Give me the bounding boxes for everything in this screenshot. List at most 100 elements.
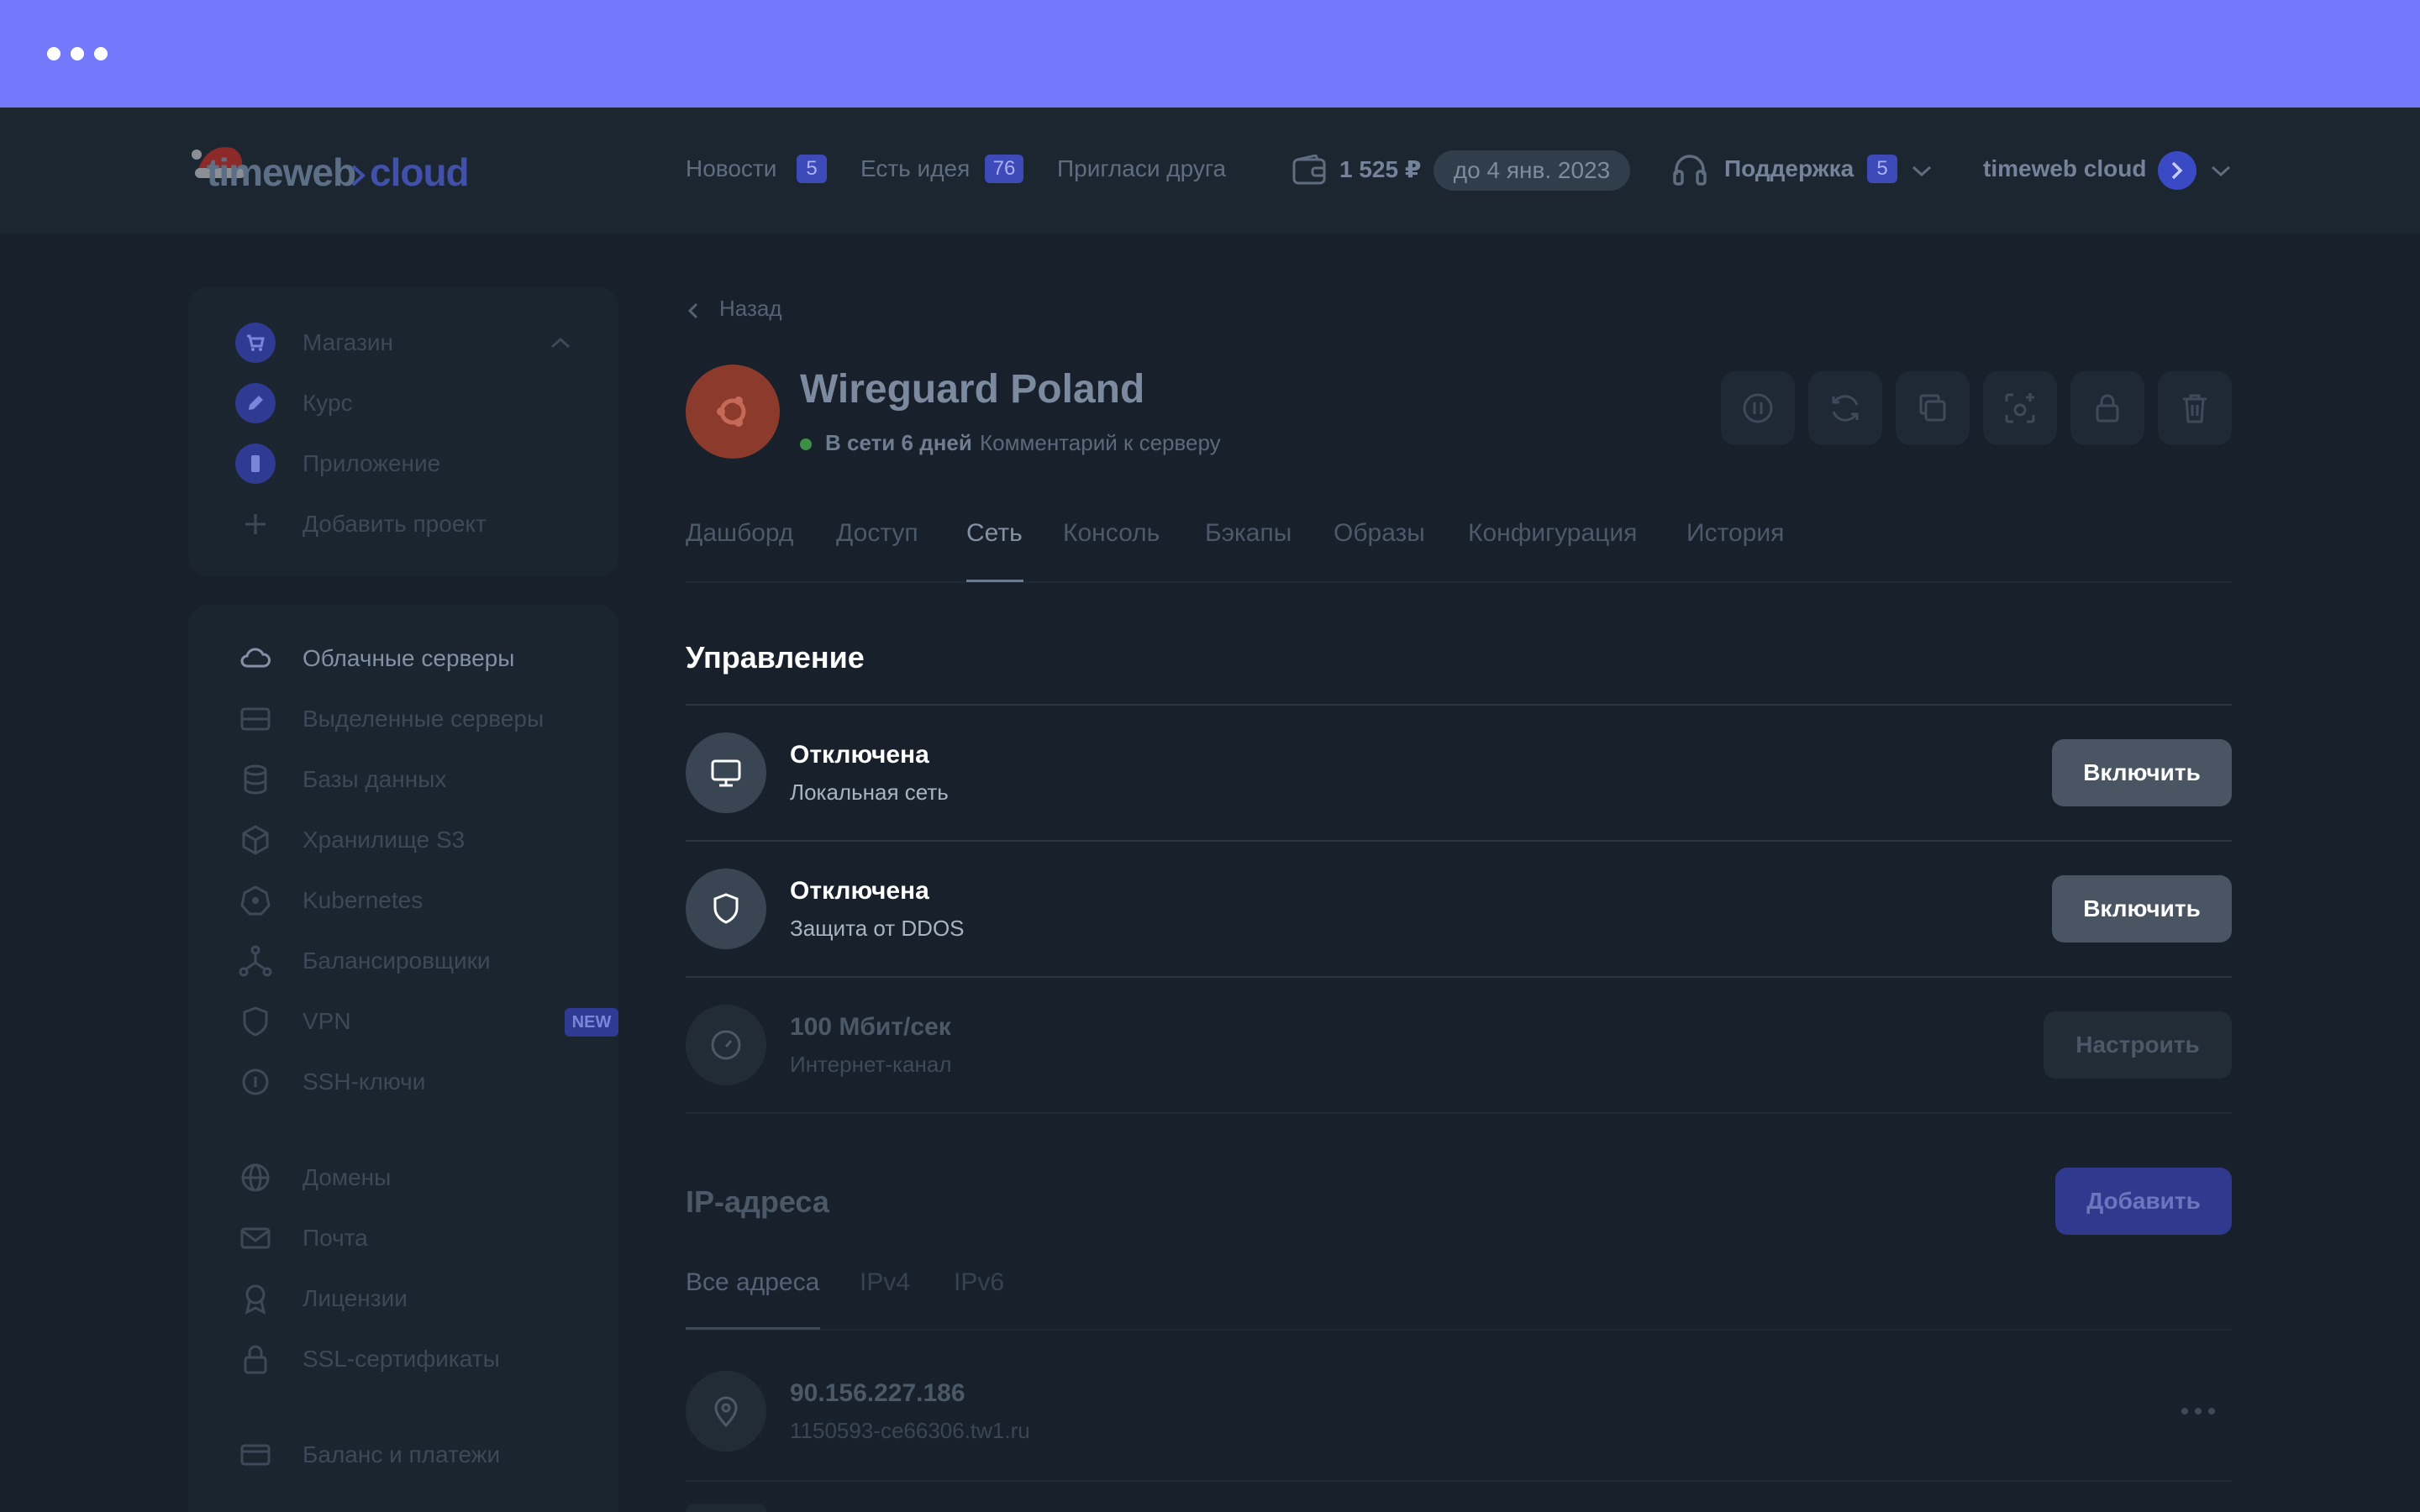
ip-tab-ipv4[interactable]: IPv4 (860, 1268, 910, 1297)
sidebar-item-dedicated-servers[interactable]: Выделенные серверы (235, 699, 571, 739)
server-comment-link[interactable]: Комментарий к серверу (980, 430, 1221, 456)
ip-tab-ipv6[interactable]: IPv6 (954, 1268, 1004, 1297)
account-avatar[interactable] (2158, 151, 2196, 190)
new-badge: NEW (565, 1008, 618, 1037)
sidebar-item-billing[interactable]: Баланс и платежи (235, 1435, 571, 1475)
paid-until-badge: до 4 янв. 2023 (1434, 150, 1630, 191)
add-project-button[interactable]: Добавить проект (235, 504, 571, 544)
sidebar-item-label: Домены (302, 1164, 392, 1190)
sidebar-item-label: SSL-сертификаты (302, 1346, 500, 1372)
snapshot-button[interactable] (1983, 371, 2057, 445)
shield-icon (713, 893, 739, 924)
sidebar-item-kubernetes[interactable]: Kubernetes (235, 880, 571, 921)
card-icon (240, 1444, 271, 1466)
ip-tab-all[interactable]: Все адреса (686, 1268, 819, 1297)
more-options-icon[interactable] (2181, 1408, 2215, 1416)
tab-network[interactable]: Сеть (966, 519, 1023, 548)
logo[interactable]: timeweb cloud (188, 139, 508, 198)
speedometer-icon (711, 1030, 741, 1060)
account-name[interactable]: timeweb cloud (1983, 155, 2146, 182)
window-dot-icon[interactable] (47, 47, 60, 60)
local-network-status: Отключена (790, 741, 929, 769)
project-item[interactable]: Магазин (235, 323, 571, 363)
divider (686, 976, 2232, 978)
kubernetes-icon (240, 885, 271, 916)
sidebar-item-s3-storage[interactable]: Хранилище S3 (235, 820, 571, 860)
trash-icon (2183, 394, 2207, 423)
support-link[interactable]: Поддержка (1724, 155, 1854, 182)
sidebar-item-label: Kubernetes (302, 887, 424, 913)
key-icon (242, 1068, 269, 1095)
window-dot-icon[interactable] (71, 47, 84, 60)
support-count-badge: 5 (1867, 155, 1897, 183)
invite-friend-link[interactable]: Пригласи друга (1057, 155, 1226, 182)
sidebar-item-vpn[interactable]: VPN NEW (235, 1001, 622, 1042)
clone-button[interactable] (1896, 371, 1970, 445)
tab-backups[interactable]: Бэкапы (1205, 519, 1292, 548)
enable-local-network-button[interactable]: Включить (2052, 739, 2232, 806)
tab-configuration[interactable]: Конфигурация (1468, 519, 1637, 548)
tab-dashboard[interactable]: Дашборд (686, 519, 793, 548)
chevron-up-icon[interactable] (550, 336, 571, 349)
project-label: Курс (302, 390, 353, 416)
chevron-down-icon[interactable] (1911, 165, 1933, 178)
sidebar-item-balancers[interactable]: Балансировщики (235, 941, 571, 981)
balance-amount[interactable]: 1 525 ₽ (1339, 155, 1421, 183)
news-link[interactable]: Новости (686, 155, 776, 182)
lock-button[interactable] (2070, 371, 2144, 445)
logo-text: timeweb (207, 150, 356, 194)
snapshot-icon (2005, 393, 2035, 423)
pause-button[interactable] (1721, 371, 1795, 445)
enable-ddos-button[interactable]: Включить (2052, 875, 2232, 942)
account-chevron-down-icon[interactable] (2210, 165, 2232, 178)
ddos-status: Отключена (790, 877, 929, 905)
reboot-button[interactable] (1808, 371, 1882, 445)
delete-button[interactable] (2158, 371, 2232, 445)
online-status-dot (800, 438, 812, 450)
tab-images[interactable]: Образы (1334, 519, 1425, 548)
cloud-icon (240, 648, 271, 668)
management-title: Управление (686, 640, 865, 675)
copy-icon (1919, 394, 1946, 422)
divider (686, 1480, 2232, 1482)
active-tab-indicator (966, 580, 1023, 582)
idea-link[interactable]: Есть идея (860, 155, 970, 182)
sidebar-item-mail[interactable]: Почта (235, 1218, 571, 1258)
monitor-icon (711, 759, 741, 787)
project-item[interactable]: Приложение (235, 444, 571, 484)
configure-bandwidth-button[interactable]: Настроить (2044, 1011, 2232, 1079)
window-dot-icon[interactable] (94, 47, 108, 60)
ip-address[interactable]: 90.156.227.186 (790, 1379, 965, 1408)
tab-access[interactable]: Доступ (836, 519, 918, 548)
license-icon (245, 1284, 266, 1315)
sidebar-item-domains[interactable]: Домены (235, 1158, 571, 1198)
divider (686, 840, 2232, 842)
sidebar-item-databases[interactable]: Базы данных (235, 759, 571, 800)
lock-icon (2096, 394, 2119, 423)
idea-count-badge: 76 (985, 155, 1023, 183)
cart-icon (235, 323, 276, 363)
tab-history[interactable]: История (1686, 519, 1784, 548)
sidebar-item-licenses[interactable]: Лицензии (235, 1278, 571, 1319)
tab-console[interactable]: Консоль (1063, 519, 1160, 548)
phone-icon (235, 444, 276, 484)
sidebar-item-label: Хранилище S3 (302, 827, 466, 853)
server-status: В сети 6 дней (825, 430, 972, 455)
ip-title: IP-адреса (686, 1184, 829, 1219)
headset-icon (1673, 155, 1707, 186)
local-network-icon-wrap (686, 732, 766, 813)
news-count-badge: 5 (797, 155, 827, 183)
ip-hostname: 1150593-ce66306.tw1.ru (790, 1418, 1030, 1443)
project-item[interactable]: Курс (235, 383, 571, 423)
sidebar-item-ssl[interactable]: SSL-сертификаты (235, 1339, 571, 1379)
sidebar-item-ssh-keys[interactable]: SSH-ключи (235, 1062, 571, 1102)
sidebar-item-cloud-servers[interactable]: Облачные серверы (235, 638, 571, 679)
bandwidth-label: Интернет-канал (790, 1052, 952, 1077)
sidebar-item-label: Лицензии (302, 1285, 408, 1311)
divider (686, 1112, 2232, 1114)
globe-icon (241, 1163, 270, 1192)
tabs-divider (686, 581, 2232, 583)
add-ip-button[interactable]: Добавить (2055, 1168, 2232, 1235)
add-project-label: Добавить проект (302, 511, 487, 537)
local-network-label: Локальная сеть (790, 780, 949, 805)
